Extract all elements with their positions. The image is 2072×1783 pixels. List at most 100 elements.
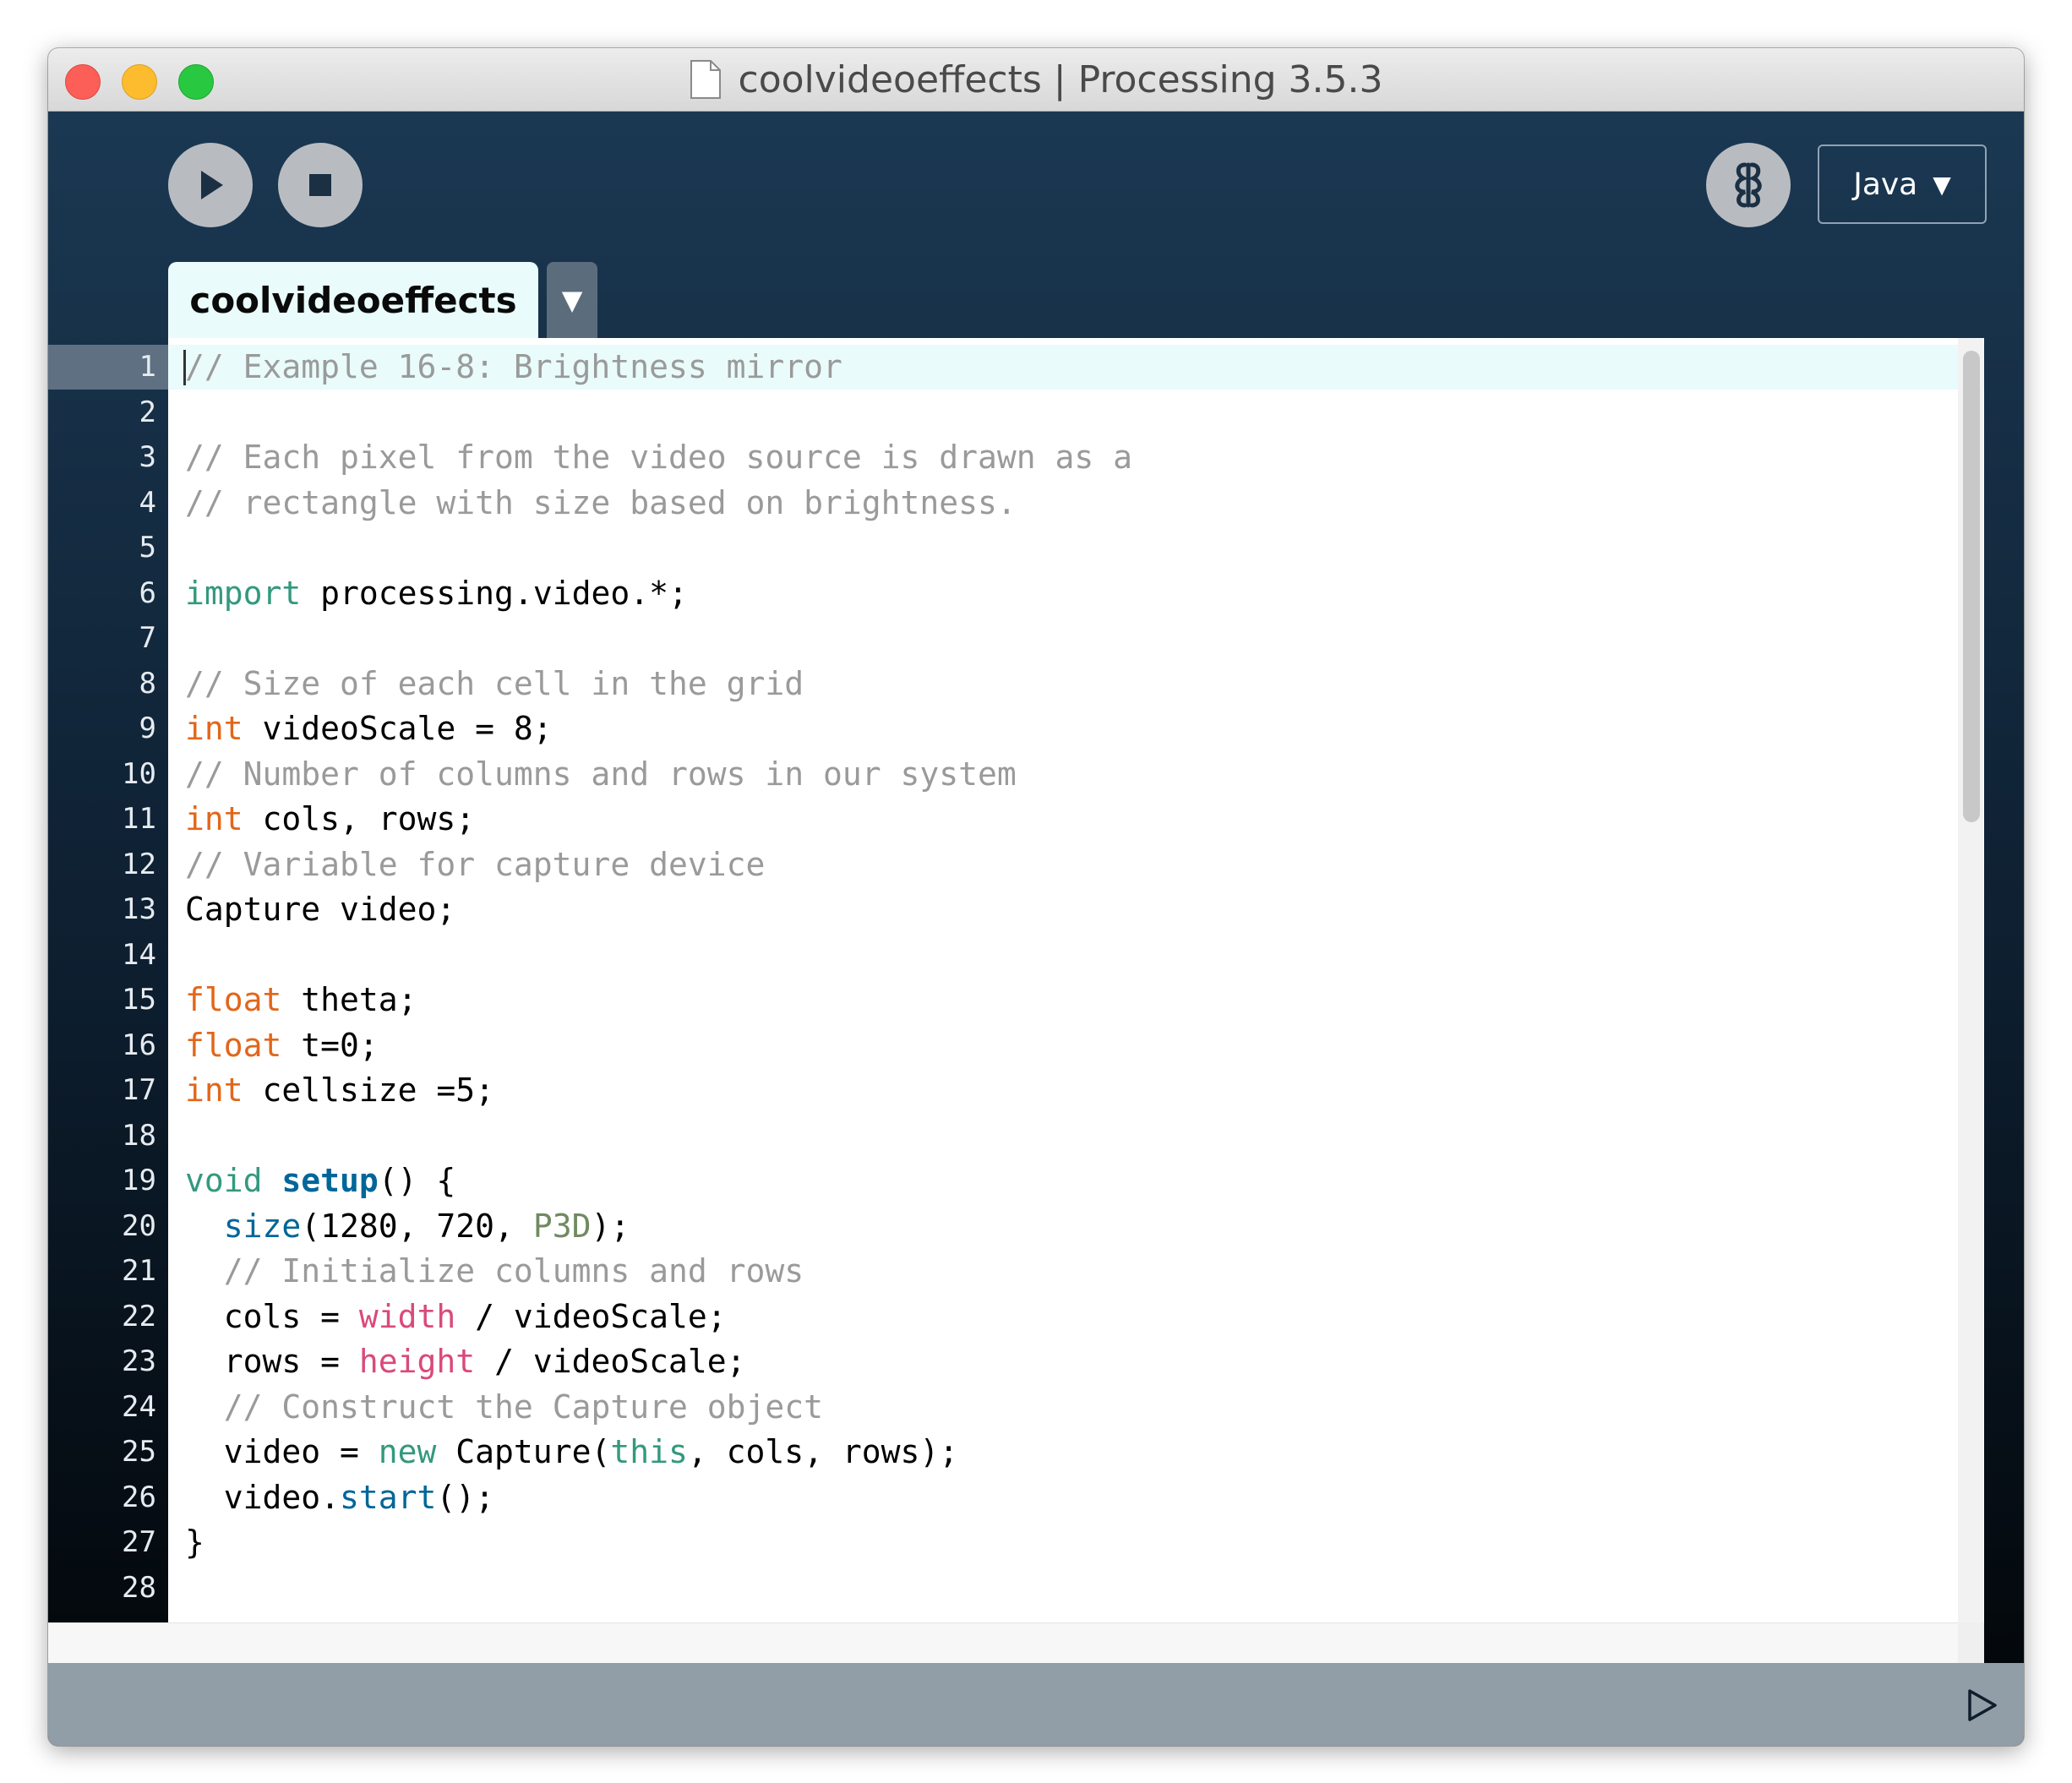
line-number: 12 <box>122 847 156 881</box>
line-number: 5 <box>139 531 156 564</box>
stop-button[interactable] <box>278 143 363 227</box>
title-bar: coolvideoeffects | Processing 3.5.3 <box>48 48 2024 112</box>
tab-menu-button[interactable]: ▼ <box>547 262 597 338</box>
code-line: int cellsize =5; <box>185 1068 494 1114</box>
code-token-type: float <box>185 981 282 1018</box>
code-line: // Construct the Capture object <box>185 1385 823 1431</box>
code-line: cols = width / videoScale; <box>185 1295 727 1340</box>
tab-coolvideoeffects[interactable]: coolvideoeffects <box>168 262 538 338</box>
code-token-plain: cols, rows; <box>243 800 476 837</box>
line-number: 23 <box>122 1344 156 1378</box>
code-editor[interactable]: // Example 16-8: Brightness mirror // Eac… <box>168 338 1984 1622</box>
code-token-plain: video = <box>185 1433 379 1470</box>
line-number: 4 <box>139 485 156 520</box>
line-number: 3 <box>139 440 156 474</box>
code-token-plain: cellsize =5; <box>243 1071 495 1109</box>
code-token-function-bold: setup <box>281 1162 379 1199</box>
line-number: 18 <box>122 1118 156 1153</box>
code-token-plain: videoScale = 8; <box>243 710 553 747</box>
code-token-plain: processing.video.*; <box>301 574 688 612</box>
code-token-comment: // Each pixel from the video source is d… <box>185 439 1133 476</box>
code-token-plain: , cols, rows); <box>687 1433 959 1470</box>
code-line: // Number of columns and rows in our sys… <box>185 752 1017 798</box>
code-token-plain: (); <box>436 1478 495 1516</box>
code-line: video.start(); <box>185 1475 494 1521</box>
line-number-gutter: 1 2 3 4 5 6 7 8 9 10 11 12 13 14 15 16 17 18 19 20 21 22 23 24 2… <box>48 338 168 1622</box>
line-number: 21 <box>122 1254 156 1288</box>
code-line: video = new Capture(this, cols, rows); <box>185 1430 958 1475</box>
console-toggle-icon <box>1968 1689 1997 1721</box>
code-token-plain: theta; <box>281 981 417 1018</box>
line-number: 9 <box>139 712 156 745</box>
line-number: 17 <box>122 1073 156 1107</box>
code-line: int cols, rows; <box>185 797 475 842</box>
code-token-plain: video. <box>185 1478 341 1516</box>
code-line: float theta; <box>185 978 417 1023</box>
mode-label: Java <box>1853 166 1918 202</box>
code-token-comment: // Size of each cell in the grid <box>185 664 804 702</box>
document-icon <box>690 60 721 99</box>
code-line: void setup() { <box>185 1159 455 1204</box>
code-token-plain: Capture video; <box>185 891 456 928</box>
code-token-plain: } <box>185 1524 204 1561</box>
code-token-builtin: width <box>358 1297 456 1335</box>
vertical-scrollbar-thumb[interactable] <box>1963 351 1980 822</box>
status-bar <box>48 1663 2024 1746</box>
code-token-plain: ); <box>591 1207 630 1245</box>
line-number: 22 <box>122 1299 156 1333</box>
horizontal-scrollbar[interactable] <box>48 1622 1958 1664</box>
line-number: 26 <box>122 1480 156 1514</box>
line-number: 16 <box>122 1028 156 1062</box>
code-token-constant: P3D <box>532 1207 592 1245</box>
line-number: 19 <box>122 1164 156 1197</box>
line-number: 24 <box>122 1389 156 1424</box>
line-number: 13 <box>122 892 156 926</box>
code-token-plain: / videoScale; <box>475 1343 746 1380</box>
debug-icon <box>1735 162 1762 208</box>
run-button[interactable] <box>168 143 253 227</box>
code-line: // Variable for capture device <box>185 842 765 888</box>
line-number: 25 <box>122 1435 156 1469</box>
code-token-plain: / videoScale; <box>455 1297 727 1335</box>
line-number: 1 <box>139 350 156 384</box>
code-token-type: int <box>185 800 243 837</box>
code-token-keyword: import <box>185 574 302 612</box>
tab-menu-chevron-down-icon: ▼ <box>561 284 583 316</box>
code-line: // Example 16-8: Brightness mirror <box>185 345 842 390</box>
line-number: 28 <box>122 1570 156 1605</box>
code-line: // Initialize columns and rows <box>185 1249 804 1295</box>
stop-icon <box>309 174 331 196</box>
debugger-button[interactable] <box>1706 143 1791 227</box>
code-line: float t=0; <box>185 1023 379 1069</box>
mode-chevron-down-icon: ▼ <box>1933 170 1951 199</box>
code-token-comment: // Variable for capture device <box>185 845 766 883</box>
code-line: int videoScale = 8; <box>185 706 553 752</box>
code-token-type: float <box>185 1026 282 1064</box>
code-token-plain: () { <box>378 1162 456 1199</box>
line-number: 6 <box>139 575 156 610</box>
code-line: size(1280, 720, P3D); <box>185 1204 630 1250</box>
mode-selector[interactable]: Java ▼ <box>1818 144 1987 224</box>
code-token-type: int <box>185 1071 243 1109</box>
code-line: // rectangle with size based on brightne… <box>185 481 1017 526</box>
code-token-plain: rows = <box>185 1343 359 1380</box>
processing-window: coolvideoeffects | Processing 3.5.3 Java… <box>48 48 2024 1746</box>
code-token-comment: // Example 16-8: Brightness mirror <box>185 348 842 385</box>
code-token-comment: // Construct the Capture object <box>223 1388 823 1426</box>
code-token-plain: Capture( <box>436 1433 611 1470</box>
line-number: 7 <box>139 621 156 655</box>
code-token-plain: cols = <box>185 1297 359 1335</box>
line-number: 14 <box>122 937 156 972</box>
code-token-comment: // rectangle with size based on brightne… <box>185 483 1017 521</box>
console-toggle-button[interactable] <box>1958 1682 2005 1729</box>
code-line: rows = height / videoScale; <box>185 1339 746 1385</box>
code-line: // Size of each cell in the grid <box>185 662 804 707</box>
code-line: // Each pixel from the video source is d… <box>185 435 1132 481</box>
tab-label: coolvideoeffects <box>189 279 517 321</box>
code-line: import processing.video.*; <box>185 571 688 617</box>
line-number: 15 <box>122 983 156 1017</box>
line-number: 27 <box>122 1525 156 1559</box>
